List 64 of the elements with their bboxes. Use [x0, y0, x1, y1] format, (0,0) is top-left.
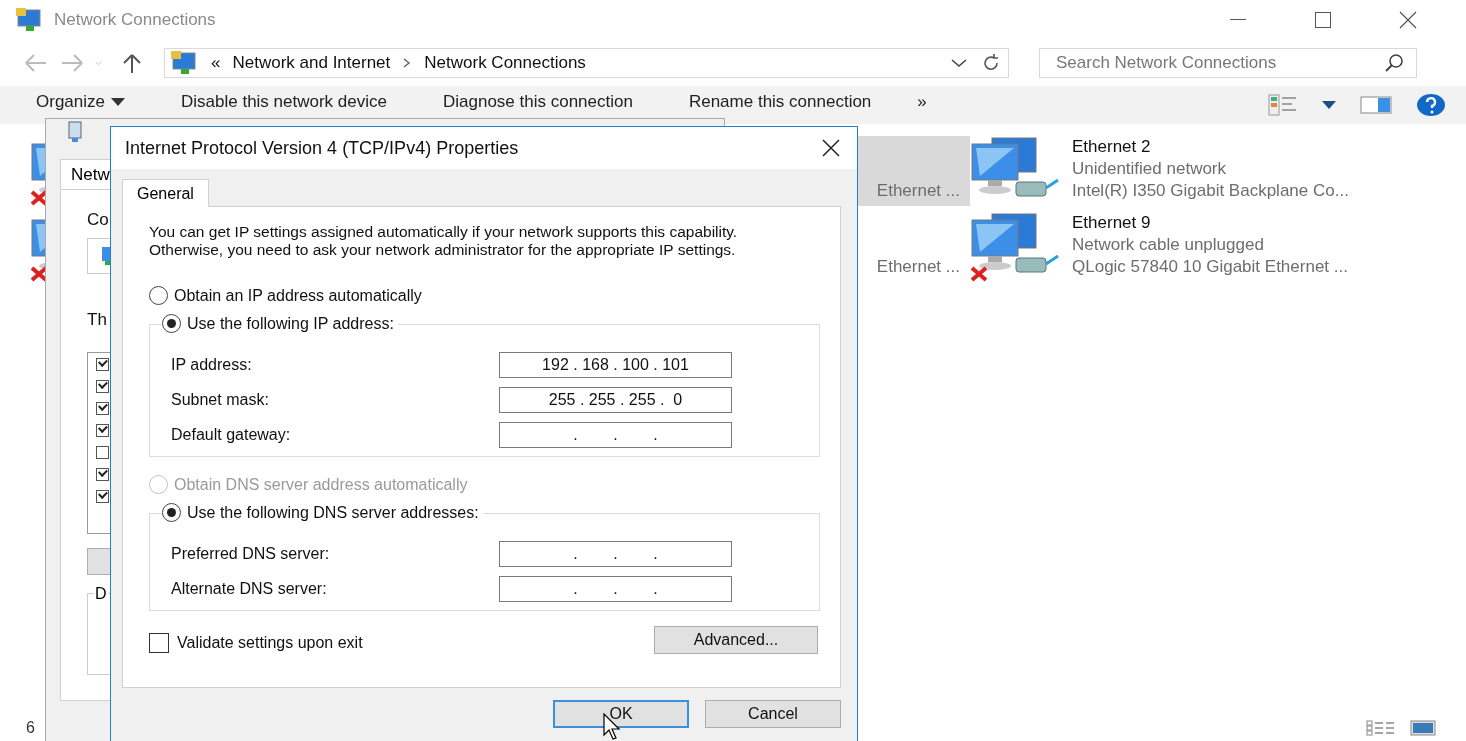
close-icon[interactable]: [1398, 11, 1417, 29]
network-folder-icon: [171, 51, 199, 75]
section-label: Th: [87, 310, 107, 330]
section-label: Co: [87, 210, 109, 230]
breadcrumb-overflow[interactable]: «: [211, 53, 221, 73]
field-label: IP address:: [171, 356, 253, 374]
more-commands-button[interactable]: »: [917, 92, 927, 118]
disconnected-network-icon: [970, 212, 1060, 282]
search-field[interactable]: Search Network Connections: [1039, 48, 1417, 78]
field-label: Default gateway:: [171, 426, 292, 444]
radio-button[interactable]: Obtain an IP address automatically: [149, 286, 820, 305]
connection-item[interactable]: Ethernet 2 Unidentified network Intel(R) I350 Gigabit Backplane Co...: [970, 136, 1435, 206]
checkbox[interactable]: [96, 358, 109, 371]
dialog-title: Internet Protocol Version 4 (TCP/IPv4) Properties: [125, 137, 519, 159]
help-icon[interactable]: [1416, 93, 1446, 117]
connection-name: Ethernet 2: [1072, 136, 1152, 158]
connection-status: Unidentified network: [1072, 158, 1228, 180]
toolbar-button[interactable]: Rename this connection: [688, 92, 872, 118]
connection-device: Intel(R) I350 Gigabit Backplane Co...: [1072, 180, 1349, 202]
close-button[interactable]: [821, 138, 841, 158]
checkbox[interactable]: Validate settings upon exit: [149, 633, 363, 653]
checkbox[interactable]: [96, 380, 109, 393]
large-icons-view-icon[interactable]: [1410, 720, 1436, 736]
breadcrumb-item[interactable]: Network and Internet: [232, 53, 391, 73]
maximize-icon[interactable]: [1314, 12, 1331, 28]
connection-status: Network cable unplugged: [1072, 234, 1265, 256]
checkbox[interactable]: [96, 402, 109, 415]
ip-input-field[interactable]: 255 . 255 . 255 . 0: [499, 387, 732, 413]
checkbox[interactable]: [96, 424, 109, 437]
intro-text: You can get IP settings assigned automatically if your network supports this capability. Otherwise, you need to ask your network administrator for the appropriate IP settings.: [149, 223, 739, 259]
chevron-icon[interactable]: [402, 57, 413, 69]
caret-icon[interactable]: [111, 98, 125, 106]
tab[interactable]: General: [122, 179, 209, 207]
breadcrumb-item[interactable]: Network Connections: [424, 53, 586, 73]
connection-device: Ethernet ...: [876, 180, 960, 202]
ip-input-field[interactable]: . . .: [499, 576, 732, 602]
network-folder-icon: [16, 8, 44, 32]
toolbar-button[interactable]: Organize: [36, 92, 125, 118]
connection-item[interactable]: Ethernet 9 Network cable unplugged QLogic 57840 10 Gigabit Ethernet ...: [970, 212, 1435, 282]
network-adapter-icon: [66, 121, 84, 143]
search-icon[interactable]: [1384, 53, 1404, 73]
ip-input-field[interactable]: 192 . 168 . 100 . 101: [499, 352, 732, 378]
checkbox[interactable]: [96, 490, 109, 503]
toolbar-button[interactable]: Diagnose this connection: [442, 92, 633, 118]
field-label: Preferred DNS server:: [171, 545, 331, 563]
field-label: Alternate DNS server:: [171, 580, 328, 598]
ip-input-field[interactable]: . . .: [499, 422, 732, 448]
change-view-icon[interactable]: [1268, 94, 1298, 116]
ip-input-field[interactable]: . . .: [499, 541, 732, 567]
window-title: Network Connections: [54, 10, 216, 30]
dropdown-icon[interactable]: [1322, 101, 1336, 109]
dropdown-icon[interactable]: [950, 57, 968, 69]
checkbox[interactable]: [96, 468, 109, 481]
advanced-button[interactable]: Advanced...: [654, 626, 818, 654]
preview-pane-icon[interactable]: [1360, 96, 1392, 114]
checkbox[interactable]: [96, 446, 109, 459]
minimize-icon[interactable]: [1229, 19, 1246, 21]
field-label: Subnet mask:: [171, 391, 270, 409]
connection-name: Ethernet 9: [1072, 212, 1152, 234]
connection-device: QLogic 57840 10 Gigabit Ethernet ...: [1072, 256, 1348, 278]
toolbar-button[interactable]: Disable this network device: [181, 92, 387, 118]
item-count: 6: [26, 719, 35, 737]
dialog-button[interactable]: Cancel: [705, 700, 841, 728]
dialog-button[interactable]: OK: [553, 700, 689, 728]
